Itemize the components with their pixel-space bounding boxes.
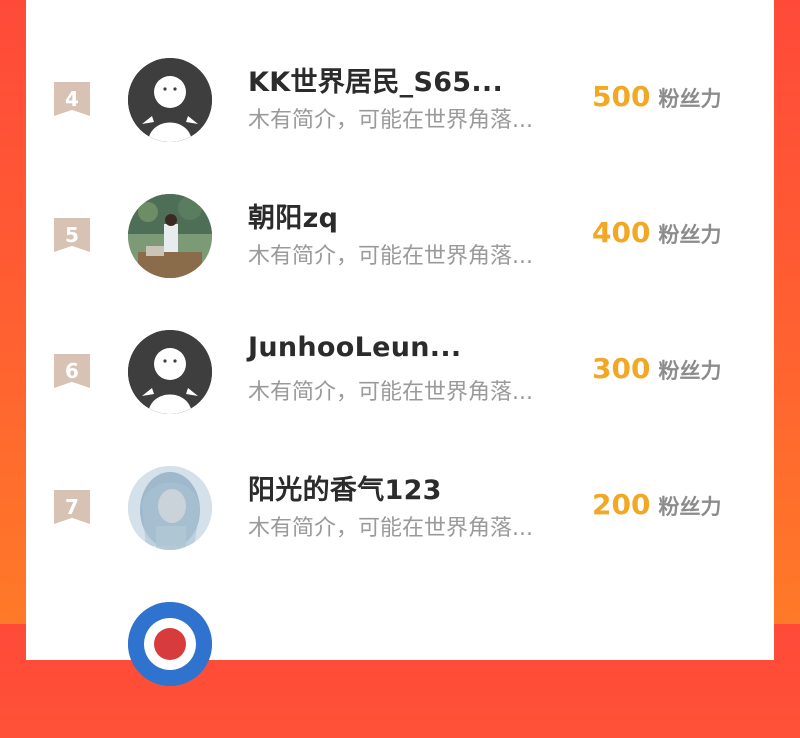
fans-label: 粉丝力: [658, 87, 722, 111]
fans-label: 粉丝力: [658, 223, 722, 247]
rank-badge: 4: [54, 82, 90, 116]
user-bio: 木有简介，可能在世界角落...: [248, 108, 533, 133]
rank-badge: 6: [54, 354, 90, 388]
fans-label: 粉丝力: [658, 495, 722, 519]
user-bio: 木有简介，可能在世界角落...: [248, 380, 533, 405]
user-bio: 木有简介，可能在世界角落...: [248, 244, 533, 269]
list-item[interactable]: 4 KK世界居民_S65... 木有简介，可能在世界角落... 500 粉丝力: [26, 58, 774, 194]
fans-label: 粉丝力: [658, 359, 722, 383]
fans-score: 500 粉丝力: [592, 80, 721, 113]
fans-score: 300 粉丝力: [592, 352, 721, 385]
default-avatar-icon[interactable]: [128, 58, 212, 142]
photo-avatar[interactable]: [128, 194, 212, 278]
list-item[interactable]: 5 朝阳zq 木有简介，可能在世界角落... 400 粉丝力: [26, 194, 774, 330]
default-avatar-icon[interactable]: [128, 330, 212, 414]
fans-score: 400 粉丝力: [592, 216, 721, 249]
fans-score: 200 粉丝力: [592, 488, 721, 521]
ranking-card: 4 KK世界居民_S65... 木有简介，可能在世界角落... 500 粉丝力 5: [26, 0, 774, 686]
fans-count: 200: [592, 488, 651, 521]
photo-avatar[interactable]: [128, 602, 212, 686]
user-name[interactable]: 阳光的香气123: [248, 468, 442, 507]
photo-avatar[interactable]: [128, 466, 212, 550]
fans-count: 400: [592, 216, 651, 249]
user-name[interactable]: 朝阳zq: [248, 196, 338, 235]
list-item[interactable]: 6 JunhooLeun... 木有简介，可能在世界角落... 300 粉丝力: [26, 330, 774, 466]
rank-badge: 5: [54, 218, 90, 252]
fans-count: 500: [592, 80, 651, 113]
list-item[interactable]: [26, 602, 774, 738]
user-name[interactable]: KK世界居民_S65...: [248, 60, 503, 99]
rank-badge: 7: [54, 490, 90, 524]
fans-count: 300: [592, 352, 651, 385]
user-bio: 木有简介，可能在世界角落...: [248, 516, 533, 541]
user-name[interactable]: JunhooLeun...: [248, 332, 461, 363]
list-item[interactable]: 7 阳光的香气123 木有简介，可能在世界角落... 200 粉丝力: [26, 466, 774, 602]
